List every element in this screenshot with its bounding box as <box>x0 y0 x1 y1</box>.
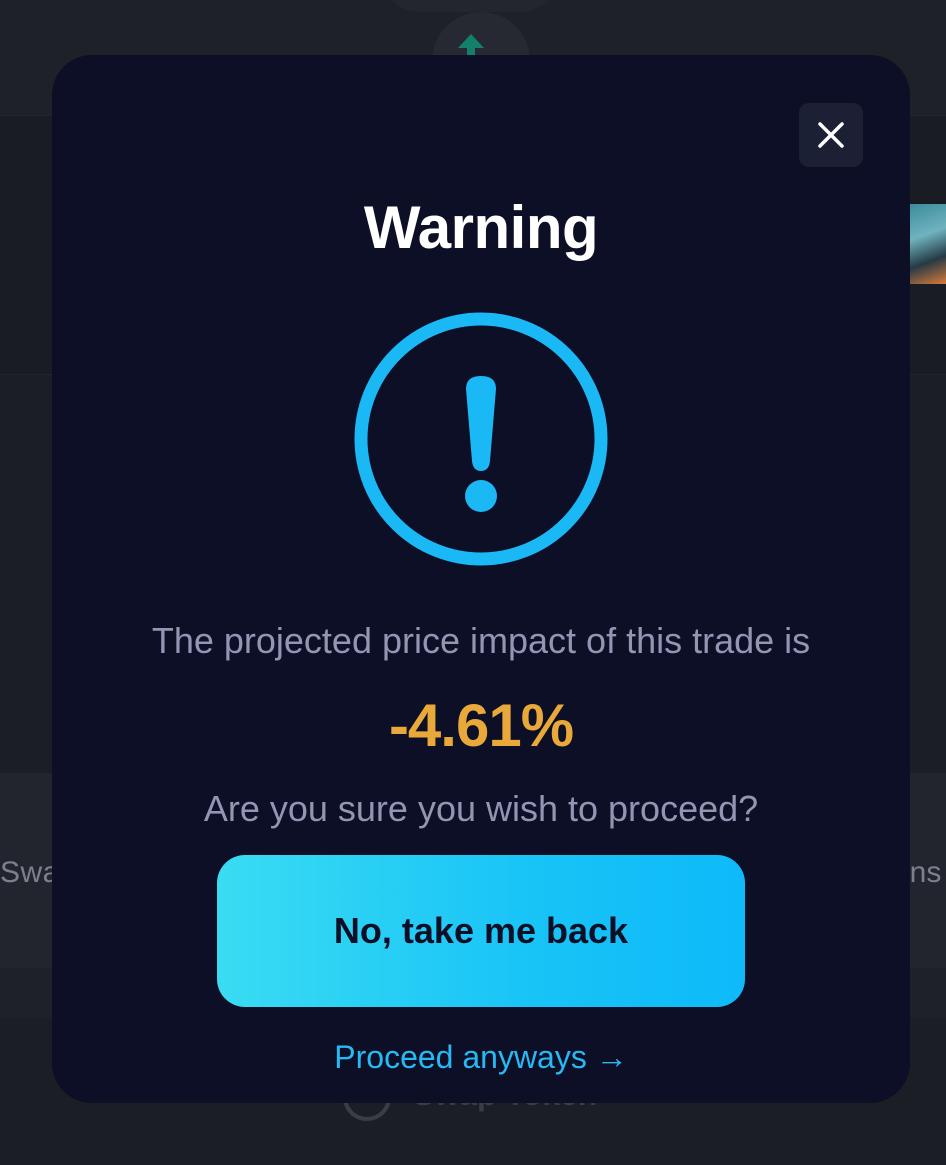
price-impact-value: -4.61% <box>388 692 574 759</box>
price-impact-warning-modal: Warning The projected price impact of th… <box>52 55 910 1103</box>
confirmation-question: Are you sure you wish to proceed? <box>203 788 759 829</box>
take-me-back-label: No, take me back <box>333 910 629 951</box>
price-impact-description: The projected price impact of this trade… <box>151 620 811 661</box>
app-screen: Swa ans Swap Token Warning The projected… <box>0 0 946 1165</box>
take-me-back-button[interactable]: No, take me back <box>217 855 745 1007</box>
background-tab <box>380 0 560 12</box>
modal-title: Warning <box>363 194 599 261</box>
close-icon <box>818 122 844 148</box>
proceed-anyways-link[interactable]: Proceed anyways → <box>52 1039 910 1076</box>
background-left-label: Swa <box>0 856 60 889</box>
close-button[interactable] <box>799 103 863 167</box>
exclamation-circle-icon <box>354 312 608 566</box>
background-nft-thumbnail <box>906 204 946 284</box>
